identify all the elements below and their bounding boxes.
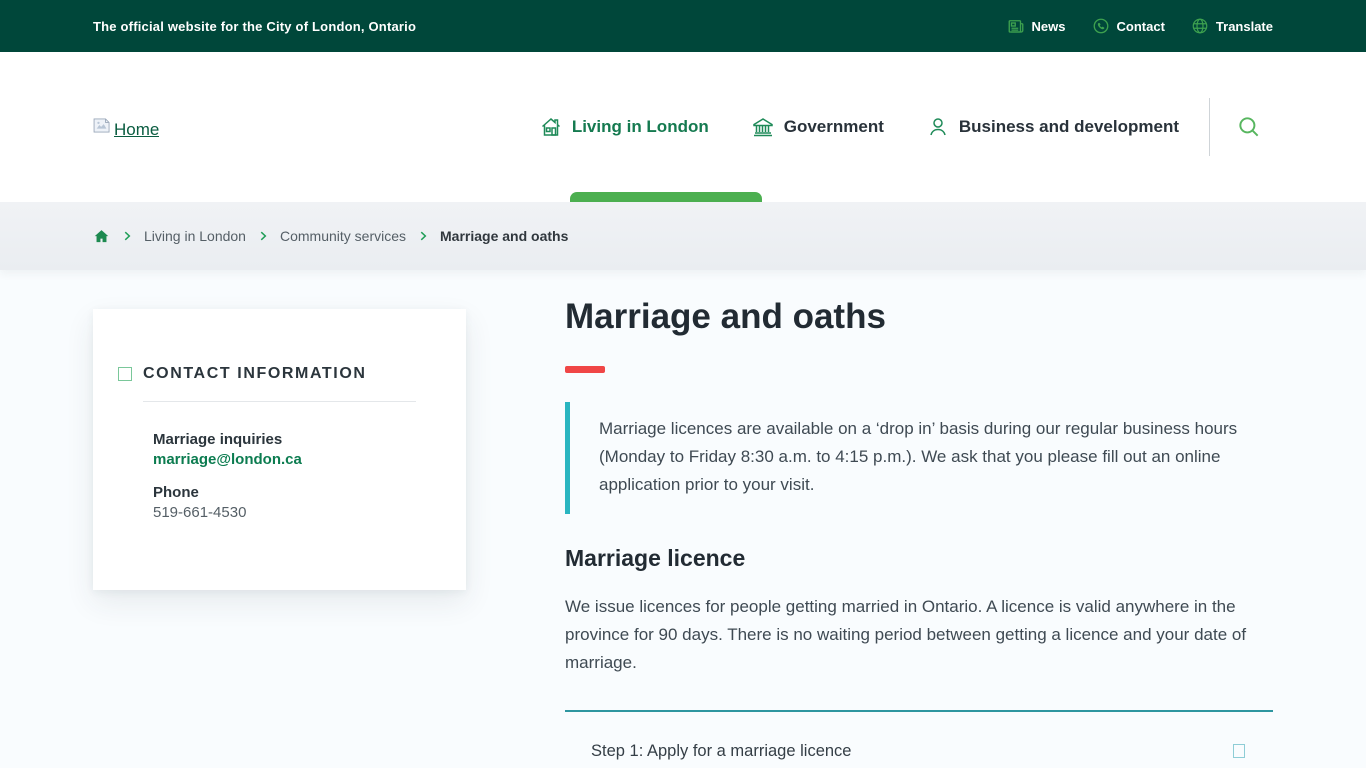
breadcrumb: Living in London Community services Marr… [93, 228, 568, 245]
translate-link[interactable]: Translate [1191, 17, 1273, 35]
site-tagline: The official website for the City of Lon… [93, 19, 416, 34]
section-heading: Marriage licence [565, 545, 1273, 572]
accordion-expand-icon [1233, 744, 1245, 758]
site-logo-home-link[interactable]: Home [93, 117, 159, 137]
main-navigation: Living in London Government [539, 115, 1179, 139]
header-divider [1209, 98, 1210, 156]
contact-link[interactable]: Contact [1092, 17, 1165, 35]
page-content: CONTACT INFORMATION Marriage inquiries m… [0, 270, 1366, 768]
email-label: Marriage inquiries [153, 430, 416, 450]
logo-alt-text: Home [114, 117, 159, 137]
house-icon [539, 115, 563, 139]
main-column: Marriage and oaths Marriage licences are… [565, 270, 1273, 768]
contact-card-heading: CONTACT INFORMATION [143, 365, 367, 383]
page-title: Marriage and oaths [565, 295, 1273, 339]
utility-links: News Contact Translate [1007, 17, 1273, 35]
notice-callout: Marriage licences are available on a ‘dr… [565, 402, 1273, 514]
news-link-label: News [1032, 19, 1066, 34]
breadcrumb-band: Living in London Community services Marr… [0, 202, 1366, 270]
home-icon[interactable] [93, 228, 110, 245]
breadcrumb-item-living-in-london[interactable]: Living in London [144, 228, 246, 244]
search-icon [1236, 114, 1262, 140]
notice-text: Marriage licences are available on a ‘dr… [599, 415, 1273, 499]
chevron-right-icon [256, 229, 270, 243]
nav-label: Government [784, 117, 884, 137]
nav-label: Living in London [572, 117, 709, 137]
breadcrumb-item-current: Marriage and oaths [440, 228, 568, 244]
person-icon [926, 115, 950, 139]
accordion-step1: Step 1: Apply for a marriage licence [565, 710, 1273, 768]
top-utility-bar: The official website for the City of Lon… [0, 0, 1366, 52]
phone-icon [1092, 17, 1110, 35]
globe-icon [1191, 17, 1209, 35]
phone-number: 519-661-4530 [153, 503, 416, 523]
contact-link-label: Contact [1117, 19, 1165, 34]
news-icon [1007, 17, 1025, 35]
broken-image-icon [93, 118, 111, 133]
nav-item-living-in-london[interactable]: Living in London [539, 115, 709, 139]
phone-label: Phone [153, 483, 416, 503]
nav-item-government[interactable]: Government [751, 115, 884, 139]
body-paragraph: We issue licences for people getting mar… [565, 593, 1273, 677]
translate-link-label: Translate [1216, 19, 1273, 34]
breadcrumb-item-community-services[interactable]: Community services [280, 228, 406, 244]
nav-item-business-and-development[interactable]: Business and development [926, 115, 1179, 139]
active-nav-dropdown-tab [570, 192, 762, 202]
contact-information-card: CONTACT INFORMATION Marriage inquiries m… [93, 309, 466, 590]
bank-icon [751, 115, 775, 139]
site-header: Home Living in London [0, 52, 1366, 202]
accordion-step1-label: Step 1: Apply for a marriage licence [591, 742, 851, 761]
accordion-step1-header[interactable]: Step 1: Apply for a marriage licence [565, 712, 1273, 768]
chevron-right-icon [416, 229, 430, 243]
nav-label: Business and development [959, 117, 1179, 137]
title-accent-bar [565, 366, 605, 373]
chevron-right-icon [120, 229, 134, 243]
contact-card-icon [118, 367, 132, 381]
email-link[interactable]: marriage@london.ca [153, 450, 302, 470]
news-link[interactable]: News [1007, 17, 1066, 35]
search-button[interactable] [1232, 110, 1266, 144]
